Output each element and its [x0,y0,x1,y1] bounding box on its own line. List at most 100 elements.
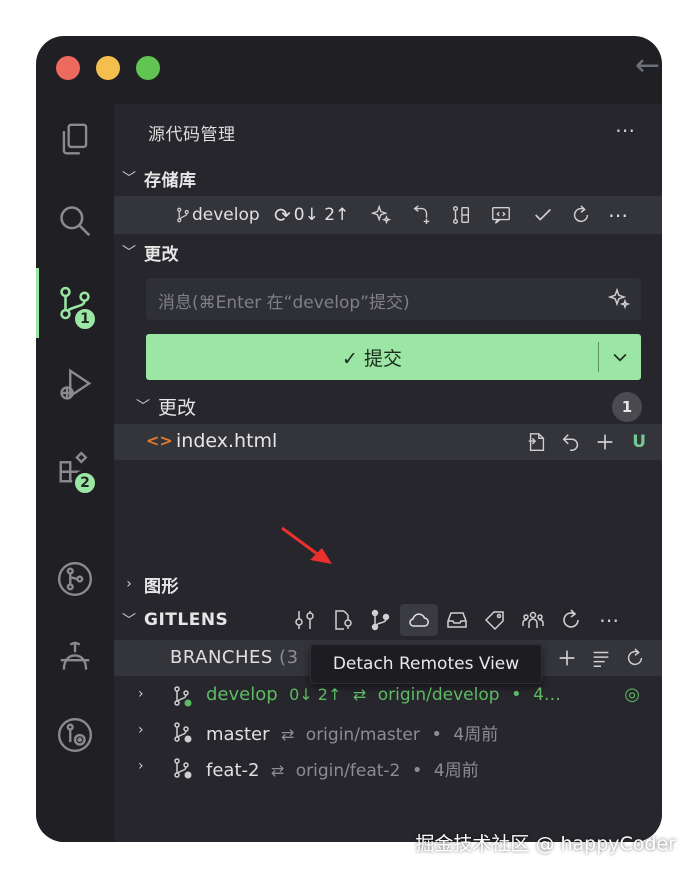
stashes-view-button[interactable] [438,604,476,636]
file-history-icon [335,610,352,630]
commit-button-group: ✓ 提交 [146,334,641,380]
add-branch-icon[interactable] [556,647,578,669]
remotes-view-button[interactable] [400,604,438,636]
changes-section-header[interactable]: ﹀ 更改 [114,236,662,268]
branches-icon [371,609,390,631]
activity-source-control[interactable]: 1 [36,268,114,338]
comment-button[interactable] [490,196,512,234]
gitlens-remote-icon [57,717,93,753]
search-icon [60,206,91,237]
branch-icon [174,686,192,707]
commits-view-button[interactable] [286,604,324,636]
compare-icon [452,206,470,224]
sidebar-header: 源代码管理 ⋯ [114,104,662,162]
changed-file-row[interactable]: <> index.html U [114,424,662,460]
close-window-button[interactable] [56,56,80,80]
tags-icon [484,611,504,631]
changes-count-badge: 1 [612,392,642,422]
chevron-down-icon: ﹀ [122,171,136,187]
changes-group-header[interactable]: ﹀ 更改 [114,388,662,424]
watermark: 掘金技术社区 @ happyCoder [415,833,676,855]
branch-line: feat-2 ⇄ origin/feat-2 • 4周前 [206,760,479,781]
refresh-icon [573,205,589,223]
pull-request-icon [413,205,430,225]
repository-row[interactable]: develop ⟳ 0↓ 2↑ ⋯ [114,196,662,234]
refresh-icon [563,609,579,628]
gitlens-toolbar: ⋯ [286,604,628,636]
sync-icon: ⟳ [274,203,291,227]
changes-label: 更改 [144,244,179,265]
changes-group-label: 更改 [158,396,197,419]
sparkle-icon[interactable] [607,287,631,311]
activity-search[interactable] [36,186,114,256]
discard-changes-icon[interactable] [560,431,582,453]
activity-gitlens-remote[interactable] [36,700,114,770]
minimize-window-button[interactable] [96,56,120,80]
chevron-right-icon: › [126,576,132,592]
create-pr-button[interactable] [410,196,432,234]
activity-extensions[interactable]: 2 [36,432,114,502]
refresh-button[interactable] [570,196,592,234]
remotes-cloud-icon [409,613,429,627]
repo-more-button[interactable]: ⋯ [608,196,628,234]
vscode-window: ← 1 2 源代码管理 ⋯ ﹀ 存储库 develop ⟳ 0↓ 2↑ ⋯ ﹀ … [36,36,662,842]
commit-check-button[interactable] [532,196,554,234]
file-history-view-button[interactable] [324,604,362,636]
commit-message-placeholder: 消息(⌘Enter 在“develop”提交) [158,293,410,313]
file-name: index.html [176,430,278,452]
activity-explorer[interactable] [36,104,114,174]
commits-icon [295,611,314,629]
activity-gitlens-inspect[interactable] [36,622,114,692]
gitlens-refresh-button[interactable] [552,604,590,636]
repositories-section-header[interactable]: ﹀ 存储库 [114,162,662,194]
branch-row[interactable]: › develop 0↓ 2↑ ⇄ origin/develop • 4… ◎ [114,678,662,714]
source-control-sidebar: 源代码管理 ⋯ ﹀ 存储库 develop ⟳ 0↓ 2↑ ⋯ ﹀ 更改 消息(… [114,104,662,842]
branch-row[interactable]: › feat-2 ⇄ origin/feat-2 • 4周前 [114,750,662,786]
chevron-down-icon [613,353,627,362]
chevron-down-icon: ﹀ [136,399,150,415]
branches-actions [556,640,646,676]
refresh-icon[interactable] [624,647,646,669]
branch-icon [174,722,192,743]
more-actions-icon[interactable]: ⋯ [615,118,636,142]
contributors-view-button[interactable] [514,604,552,636]
graph-label: 图形 [144,576,179,597]
graph-section-header[interactable]: › 图形 [114,568,662,600]
tags-view-button[interactable] [476,604,514,636]
gitlens-icon [57,561,93,597]
activity-run-debug[interactable] [36,350,114,420]
branch-row[interactable]: › master ⇄ origin/master • 4周前 [114,714,662,750]
branch-picker[interactable]: develop [174,196,260,234]
list-view-icon[interactable] [590,647,612,669]
activity-gitlens[interactable] [36,544,114,614]
contributors-icon [522,611,544,628]
more-icon: ⋯ [599,608,619,632]
sync-button[interactable]: ⟳ 0↓ 2↑ [274,196,349,234]
branch-icon [174,758,192,779]
current-branch-indicator-icon: ◎ [624,684,640,705]
untracked-status: U [632,432,646,452]
sidebar-title: 源代码管理 [148,125,236,145]
commit-message-input[interactable]: 消息(⌘Enter 在“develop”提交) [146,278,641,320]
file-actions: U [526,424,646,460]
branch-line: develop 0↓ 2↑ ⇄ origin/develop • 4… [206,684,561,705]
stage-changes-icon[interactable] [594,431,616,453]
chevron-right-icon: › [138,686,144,702]
check-icon [535,208,551,221]
branches-view-button[interactable] [362,604,400,636]
annotation-arrow-icon [281,526,332,564]
back-arrow-icon[interactable]: ← [635,48,660,84]
active-indicator [36,268,39,338]
repositories-label: 存储库 [144,170,197,191]
commit-dropdown-button[interactable] [599,334,641,380]
explorer-icon [62,123,88,155]
open-file-icon[interactable] [526,431,548,453]
html-file-icon: <> [146,431,173,450]
zoom-window-button[interactable] [136,56,160,80]
commit-button[interactable]: ✓ 提交 [146,334,598,380]
compare-button[interactable] [450,196,472,234]
generate-message-button[interactable] [370,196,392,234]
activity-bar: 1 2 [36,104,114,842]
run-debug-icon [60,368,92,400]
gitlens-more-button[interactable]: ⋯ [590,604,628,636]
